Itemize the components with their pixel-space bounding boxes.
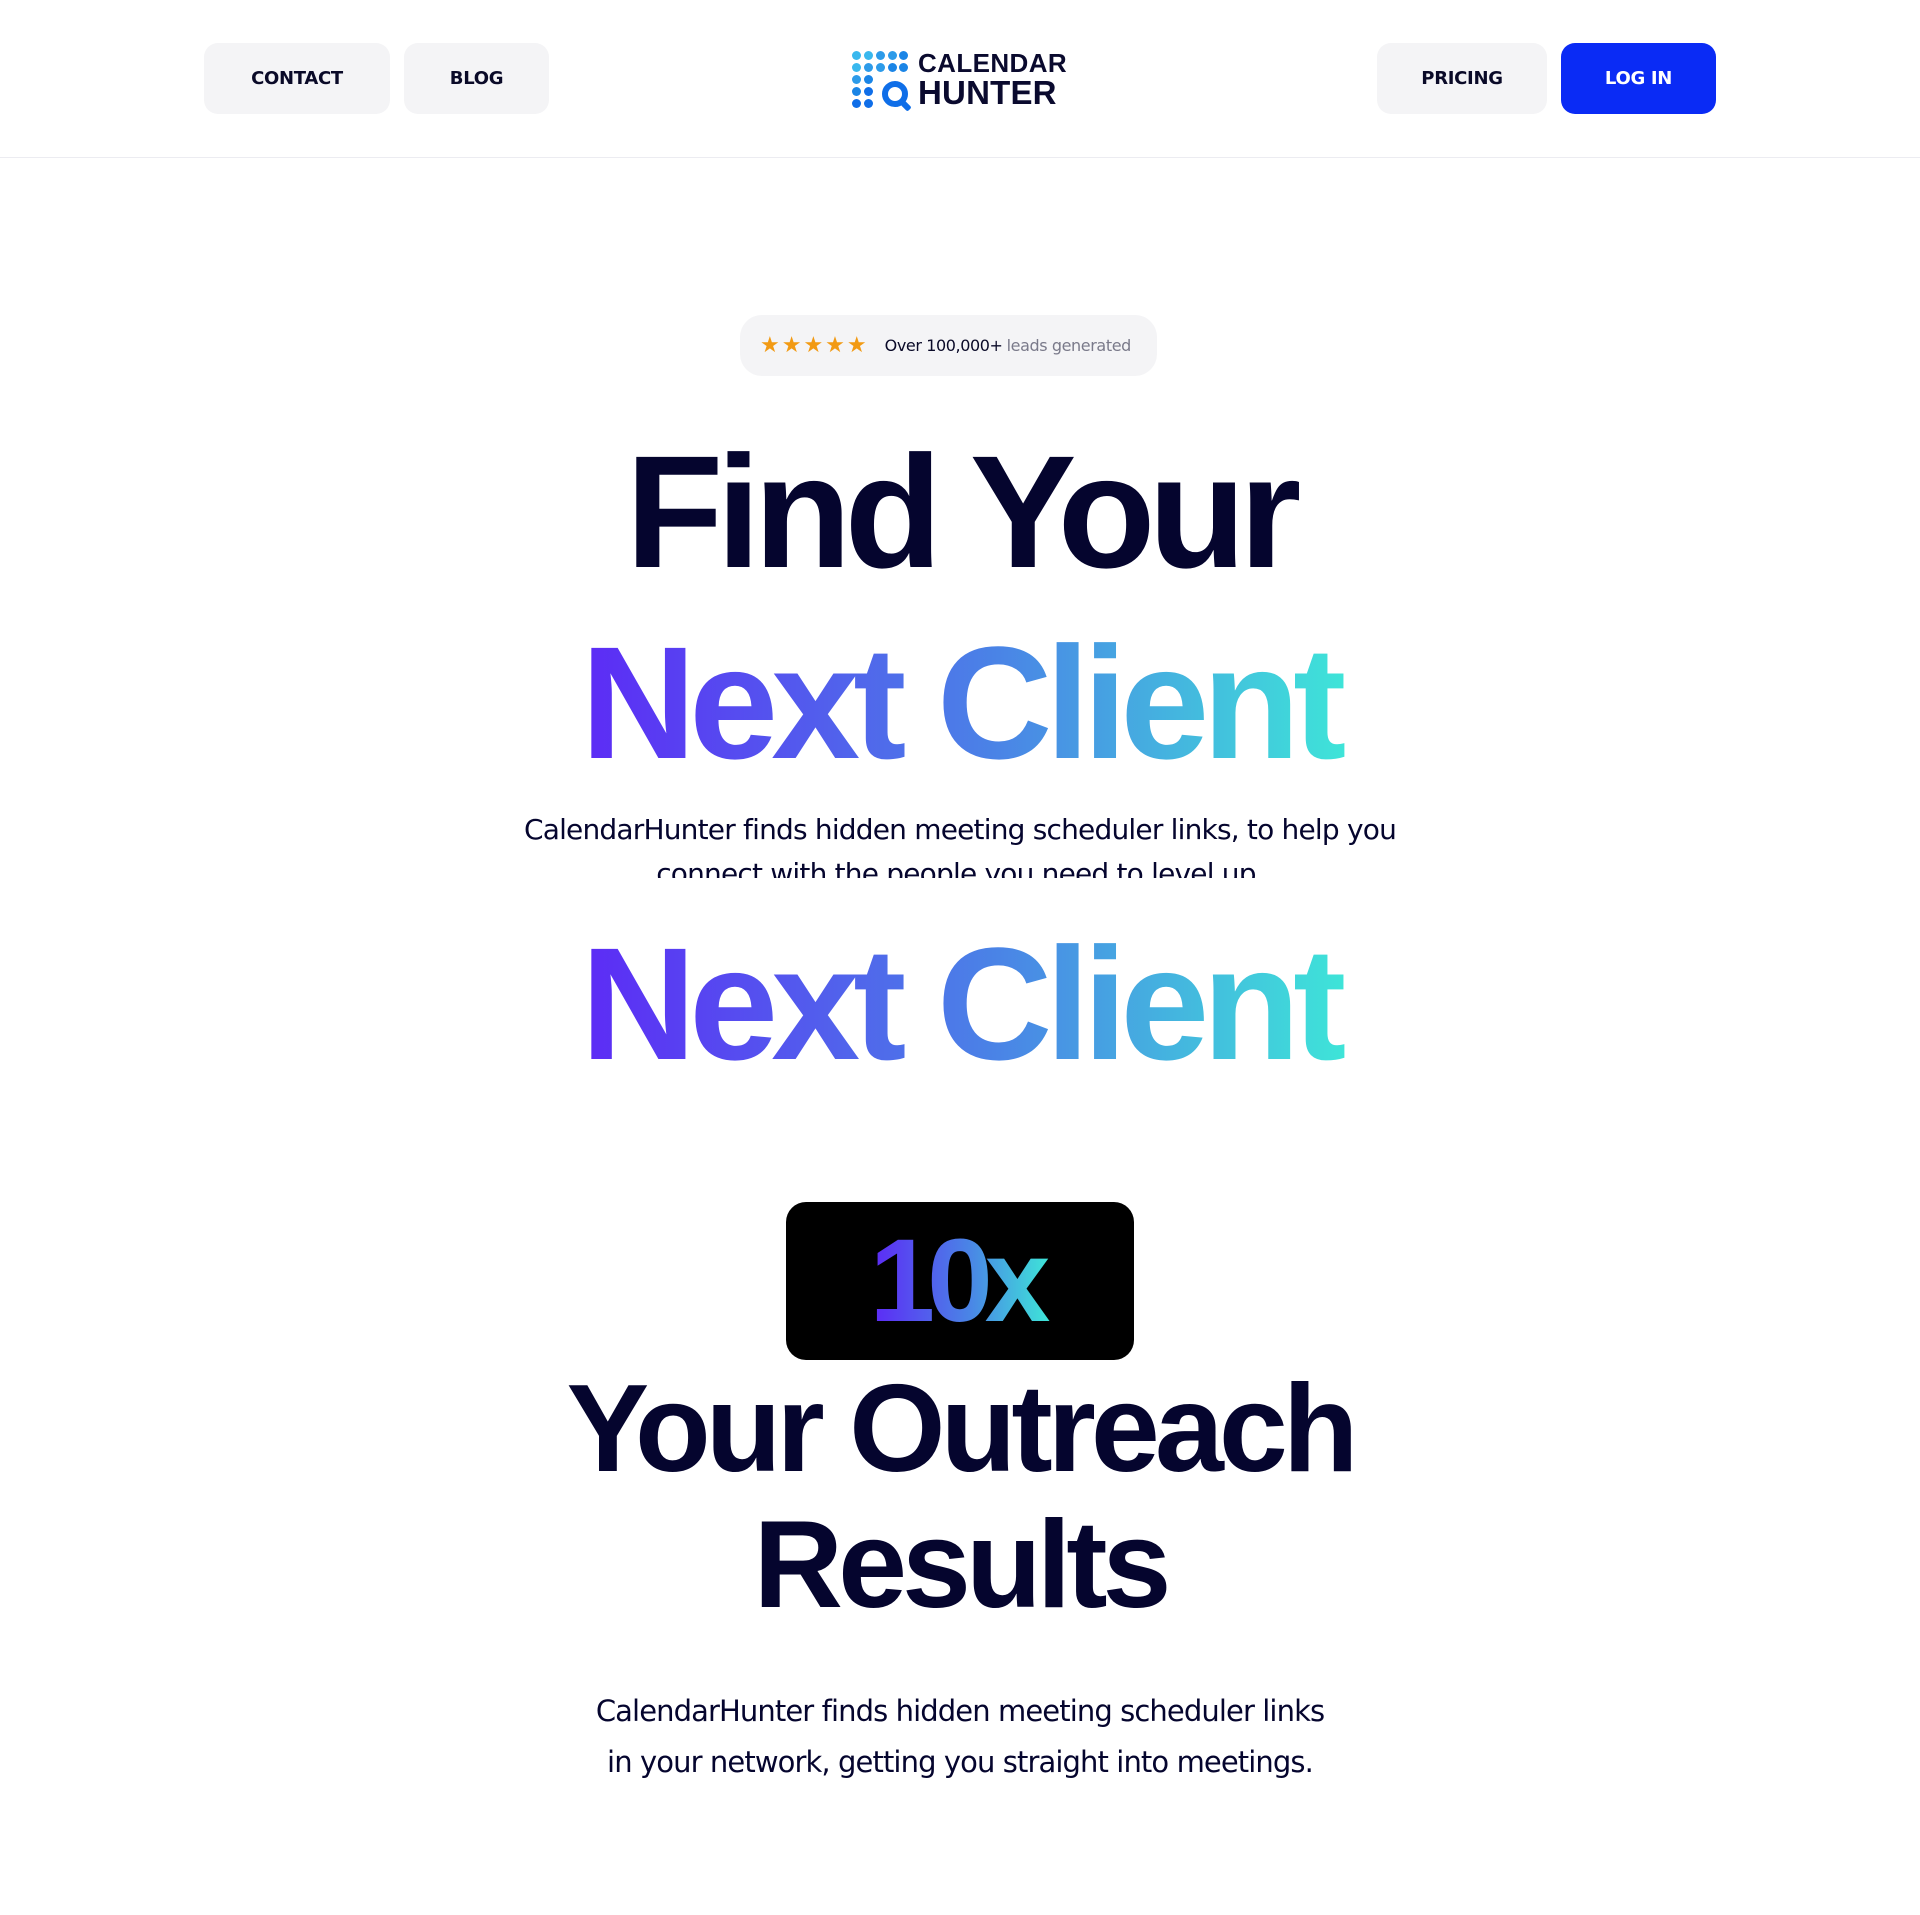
rating-badge: ★★★★★ Over 100,000+ leads generated <box>740 315 1157 376</box>
outreach-subtitle: CalendarHunter finds hidden meeting sche… <box>540 1686 1380 1788</box>
five-star-icon: ★★★★★ <box>760 333 869 358</box>
calendar-hunter-logo[interactable]: CALENDAR HUNTER <box>852 50 1074 110</box>
hero-subtitle: CalendarHunter finds hidden meeting sche… <box>523 813 1397 878</box>
rating-highlight: Over 100,000+ <box>884 336 1003 355</box>
outreach-subtitle-line-1: CalendarHunter finds hidden meeting sche… <box>595 1694 1325 1728</box>
log-in-button[interactable]: LOG IN <box>1561 43 1716 114</box>
ten-x-text: 10x <box>870 1213 1051 1349</box>
logo-line-2: HUNTER <box>918 73 1057 111</box>
pricing-nav-button[interactable]: PRICING <box>1377 43 1547 114</box>
blog-nav-button[interactable]: BLOG <box>404 43 549 114</box>
contact-nav-button[interactable]: CONTACT <box>204 43 390 114</box>
outreach-title-line-2: Results <box>753 1496 1172 1634</box>
rating-text: Over 100,000+ leads generated <box>884 336 1132 355</box>
hero-gradient-text: Next Client <box>569 613 1352 792</box>
hero-title-line-2: Next Client <box>0 623 1920 783</box>
hero-gradient-text-repeat: Next Client <box>569 914 1352 1093</box>
logo-wordmark: CALENDAR HUNTER <box>918 48 1068 111</box>
rating-muted: leads generated <box>1006 336 1132 355</box>
hero-title-line-2-repeat: Next Client <box>0 924 1920 1084</box>
site-header: CONTACT BLOG CALENDAR HUNTER PRICING LOG… <box>0 0 1920 158</box>
logo-line-1: CALENDAR <box>918 48 1068 79</box>
hero-title-line-1: Find Your <box>625 422 1302 601</box>
outreach-subtitle-line-2: in your network, getting you straight in… <box>607 1745 1314 1779</box>
ten-x-badge: 10x <box>786 1202 1134 1360</box>
outreach-title-line-1: Your Outreach <box>566 1360 1358 1498</box>
calendar-dots-search-icon <box>852 51 908 109</box>
